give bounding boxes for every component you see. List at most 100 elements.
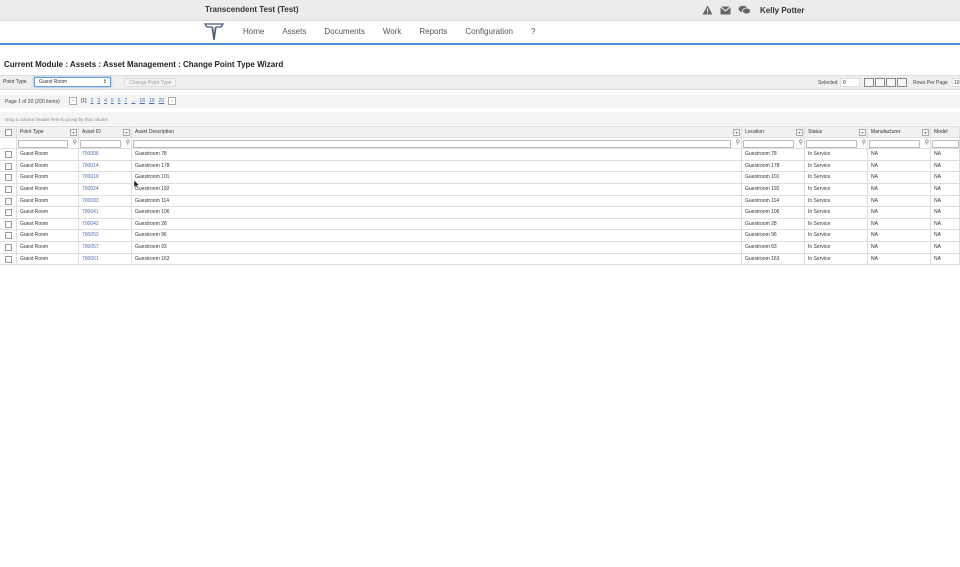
row-checkbox[interactable] [5,162,12,170]
page-link[interactable]: 7 [124,98,127,104]
row-checkbox[interactable] [5,209,12,217]
page-link[interactable]: 20 [159,98,165,104]
cell-point-type: Guest Room [17,218,79,230]
table-row[interactable]: Guest Room 700041 Guestroom 106 Guestroom 1… [0,207,960,219]
row-checkbox-cell [0,242,17,253]
group-panel[interactable]: Drag a column header here to group by th… [0,112,960,125]
column-menu-icon[interactable]: ▾ [733,129,740,136]
table-row[interactable]: Guest Room 700006 Guestroom 78 Guestroom 78… [0,149,960,161]
nav-home[interactable]: Home [234,27,273,36]
filter-icon[interactable]: ⚲ [862,140,866,147]
table-row[interactable]: Guest Room 700019 Guestroom 101 Guestroom 1… [0,172,960,184]
cell-asset-id[interactable]: 700024 [79,184,132,195]
cell-asset-id[interactable]: 700019 [79,172,132,183]
cell-asset-description: Guestroom 178 [132,160,742,172]
change-point-type-button[interactable]: Change Point Type [124,78,177,87]
table-row[interactable]: Guest Room 700042 Guestroom 28 Guestroom 28… [0,218,960,231]
column-header-label: Model [934,129,948,135]
filter-input-location[interactable] [743,139,794,148]
filter-input-manufacturer[interactable] [869,139,920,148]
cell-model: NA [931,195,960,207]
table-row[interactable]: Guest Room 700014 Guestroom 178 Guestroom 1… [0,160,960,173]
filter-input-point-type[interactable] [18,139,68,148]
column-header-point-type[interactable]: Point Type ▾ [17,127,79,137]
cell-asset-id[interactable]: 700057 [79,242,132,253]
column-header-location[interactable]: Location ▾ [742,127,805,137]
mail-icon[interactable] [720,5,731,15]
cell-asset-id[interactable]: 700014 [79,160,132,172]
filter-icon[interactable]: ⚲ [126,140,130,147]
chevron-updown-icon: ⇕ [102,79,107,85]
logo[interactable] [203,22,225,47]
row-checkbox[interactable] [5,255,12,263]
column-header-asset-id[interactable]: Asset ID ▾ [79,127,132,137]
page-link[interactable]: 3 [97,98,100,104]
page-link[interactable]: 5 [111,98,114,104]
filter-input-asset-id[interactable] [80,139,121,148]
row-checkbox[interactable] [5,244,12,251]
export-csv-icon[interactable] [886,78,896,87]
warning-icon[interactable] [702,5,713,15]
page-link[interactable]: 4 [104,98,107,104]
filter-input-asset-description[interactable] [133,139,731,148]
nav-reports[interactable]: Reports [410,27,456,36]
rows-per-page-select[interactable]: 10 [952,78,960,87]
page-link[interactable]: 2 [91,98,94,104]
prev-page-icon[interactable]: ‹ [69,97,77,105]
cell-location: Guestroom 93 [742,242,805,253]
page-link[interactable]: 19 [149,98,155,104]
page-link[interactable]: 6 [118,98,121,104]
nav-documents[interactable]: Documents [315,27,373,36]
nav-assets[interactable]: Assets [273,27,315,36]
cell-asset-id[interactable]: 700041 [79,207,132,218]
column-menu-icon[interactable]: ▾ [859,129,866,136]
column-menu-icon[interactable]: ▾ [70,129,77,136]
column-menu-icon[interactable]: ▾ [796,129,803,136]
selected-label: Selected [818,80,838,86]
filter-icon[interactable]: ⚲ [736,140,740,147]
column-menu-icon[interactable]: ▾ [922,129,929,136]
point-type-select[interactable]: Guest Room ⇕ [34,77,111,87]
nav-configuration[interactable]: Configuration [456,27,522,36]
filter-icon[interactable]: ⚲ [799,140,803,147]
row-checkbox[interactable] [5,220,12,228]
column-header-manufacturer[interactable]: Manufacturer ▾ [868,127,931,137]
row-checkbox[interactable] [5,174,12,182]
cell-asset-id[interactable]: 700061 [79,253,132,265]
export-pdf-icon[interactable] [875,78,885,87]
table-row[interactable]: Guest Room 700053 Guestroom 96 Guestroom 96… [0,230,960,242]
table-row[interactable]: Guest Room 700024 Guestroom 192 Guestroom 1… [0,184,960,196]
user-name[interactable]: Kelly Potter [760,6,804,15]
nav-work[interactable]: Work [374,27,411,36]
print-icon[interactable] [897,78,907,87]
export-excel-icon[interactable] [864,78,874,87]
column-header-asset-description[interactable]: Asset Description ▾ [132,127,742,137]
cell-asset-id[interactable]: 700053 [79,230,132,241]
next-page-icon[interactable]: › [168,97,177,105]
select-all-checkbox[interactable] [5,129,12,136]
cell-asset-id[interactable]: 700006 [79,149,132,160]
table-row[interactable]: Guest Room 700061 Guestroom 163 Guestroom 1… [0,253,960,266]
column-menu-icon[interactable]: ▾ [123,129,130,136]
table-row[interactable]: Guest Room 700057 Guestroom 93 Guestroom 93… [0,242,960,254]
row-checkbox[interactable] [5,186,12,193]
table-row[interactable]: Guest Room 700033 Guestroom 114 Guestroom 1… [0,195,960,208]
nav-help[interactable]: ? [522,27,544,36]
filter-icon[interactable]: ⚲ [925,140,929,147]
cell-point-type: Guest Room [17,242,79,253]
cell-asset-id[interactable]: 700033 [79,195,132,207]
filter-input-status[interactable] [806,139,857,148]
page-ellipsis[interactable]: ... [131,98,135,104]
chat-icon[interactable] [738,5,751,15]
page-link[interactable]: 18 [139,98,145,104]
row-checkbox[interactable] [5,232,12,240]
row-checkbox[interactable] [5,197,12,205]
point-type-value: Guest Room [39,79,68,85]
column-header-model[interactable]: Model [931,127,960,137]
row-checkbox[interactable] [5,151,12,159]
cell-asset-id[interactable]: 700042 [79,218,132,230]
filter-icon[interactable]: ⚲ [73,140,77,147]
filter-input-model[interactable] [932,139,959,148]
cell-status: In Service [805,253,868,265]
column-header-status[interactable]: Status ▾ [805,127,868,137]
